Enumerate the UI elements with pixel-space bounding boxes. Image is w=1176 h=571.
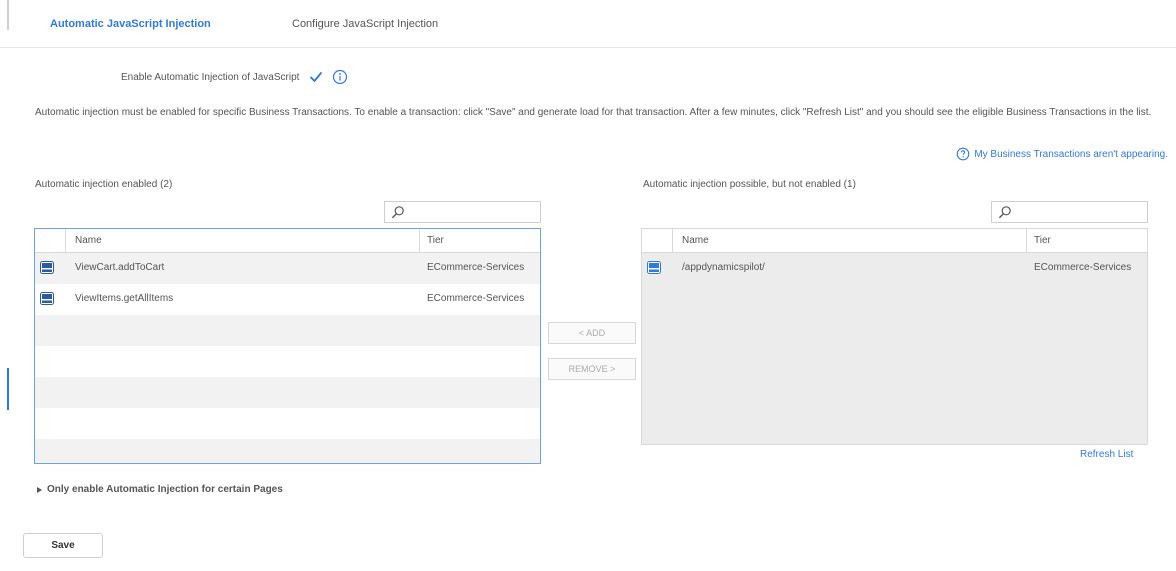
expand-triangle-icon: [37, 486, 42, 493]
empty-row: [35, 346, 540, 377]
transaction-icon: [40, 292, 54, 305]
transaction-name: /appdynamicspilot/: [682, 262, 765, 273]
table-row[interactable]: ViewCart.addToCart ECommerce-Services: [35, 253, 540, 284]
enabled-panel-label: Automatic injection enabled (2): [35, 179, 173, 190]
select-column-header[interactable]: [35, 229, 66, 252]
tab-configure-javascript-injection[interactable]: Configure JavaScript Injection: [292, 18, 438, 30]
info-icon[interactable]: [332, 69, 348, 85]
injection-description: Automatic injection must be enabled for …: [35, 107, 1152, 118]
transaction-icon: [647, 261, 661, 274]
pages-section-label: Only enable Automatic Injection for cert…: [47, 484, 283, 495]
transaction-tier: ECommerce-Services: [427, 262, 525, 273]
table-row[interactable]: ViewItems.getAllItems ECommerce-Services: [35, 284, 540, 315]
grid-header: Name Tier: [642, 229, 1147, 253]
possible-panel-label: Automatic injection possible, but not en…: [643, 179, 856, 190]
transaction-name: ViewItems.getAllItems: [75, 293, 174, 304]
save-button[interactable]: Save: [23, 533, 103, 558]
help-link[interactable]: My Business Transactions aren't appearin…: [956, 147, 1168, 161]
table-row[interactable]: /appdynamicspilot/ ECommerce-Services: [642, 253, 1147, 284]
enable-injection-label: Enable Automatic Injection of JavaScript: [121, 71, 300, 83]
remove-button[interactable]: REMOVE >: [548, 358, 636, 380]
grid-header: Name Tier: [35, 229, 540, 253]
tier-column-header[interactable]: Tier: [427, 235, 444, 246]
column-divider: [1026, 229, 1027, 252]
enable-injection-row: Enable Automatic Injection of JavaScript: [121, 68, 348, 86]
enabled-search-input[interactable]: [384, 201, 541, 223]
empty-row: [35, 439, 540, 463]
possible-search-input[interactable]: [991, 201, 1148, 223]
checkmark-icon[interactable]: [309, 70, 323, 84]
tab-automatic-javascript-injection[interactable]: Automatic JavaScript Injection: [50, 18, 211, 30]
add-button[interactable]: < ADD: [548, 322, 636, 344]
search-icon: [392, 206, 404, 219]
empty-row: [35, 377, 540, 408]
left-edge-accent: [7, 368, 9, 410]
transaction-icon: [40, 261, 54, 274]
pages-section-toggle[interactable]: Only enable Automatic Injection for cert…: [37, 484, 283, 495]
tab-bar: Automatic JavaScript Injection Configure…: [0, 0, 1176, 48]
empty-row: [35, 408, 540, 439]
name-column-header[interactable]: Name: [682, 235, 709, 246]
select-column-header[interactable]: [642, 229, 673, 252]
help-icon: [956, 147, 970, 161]
transaction-tier: ECommerce-Services: [1034, 262, 1132, 273]
help-link-label: My Business Transactions aren't appearin…: [974, 148, 1168, 160]
transaction-name: ViewCart.addToCart: [75, 262, 165, 273]
search-icon: [999, 206, 1011, 219]
tier-column-header[interactable]: Tier: [1034, 235, 1051, 246]
name-column-header[interactable]: Name: [75, 235, 102, 246]
enabled-transactions-grid: Name Tier ViewCart.addToCart ECommerce-S…: [34, 228, 541, 464]
refresh-list-link[interactable]: Refresh List: [1080, 449, 1133, 460]
possible-transactions-grid: Name Tier /appdynamicspilot/ ECommerce-S…: [641, 228, 1148, 445]
empty-row: [35, 315, 540, 346]
column-divider: [419, 229, 420, 252]
transaction-tier: ECommerce-Services: [427, 293, 525, 304]
